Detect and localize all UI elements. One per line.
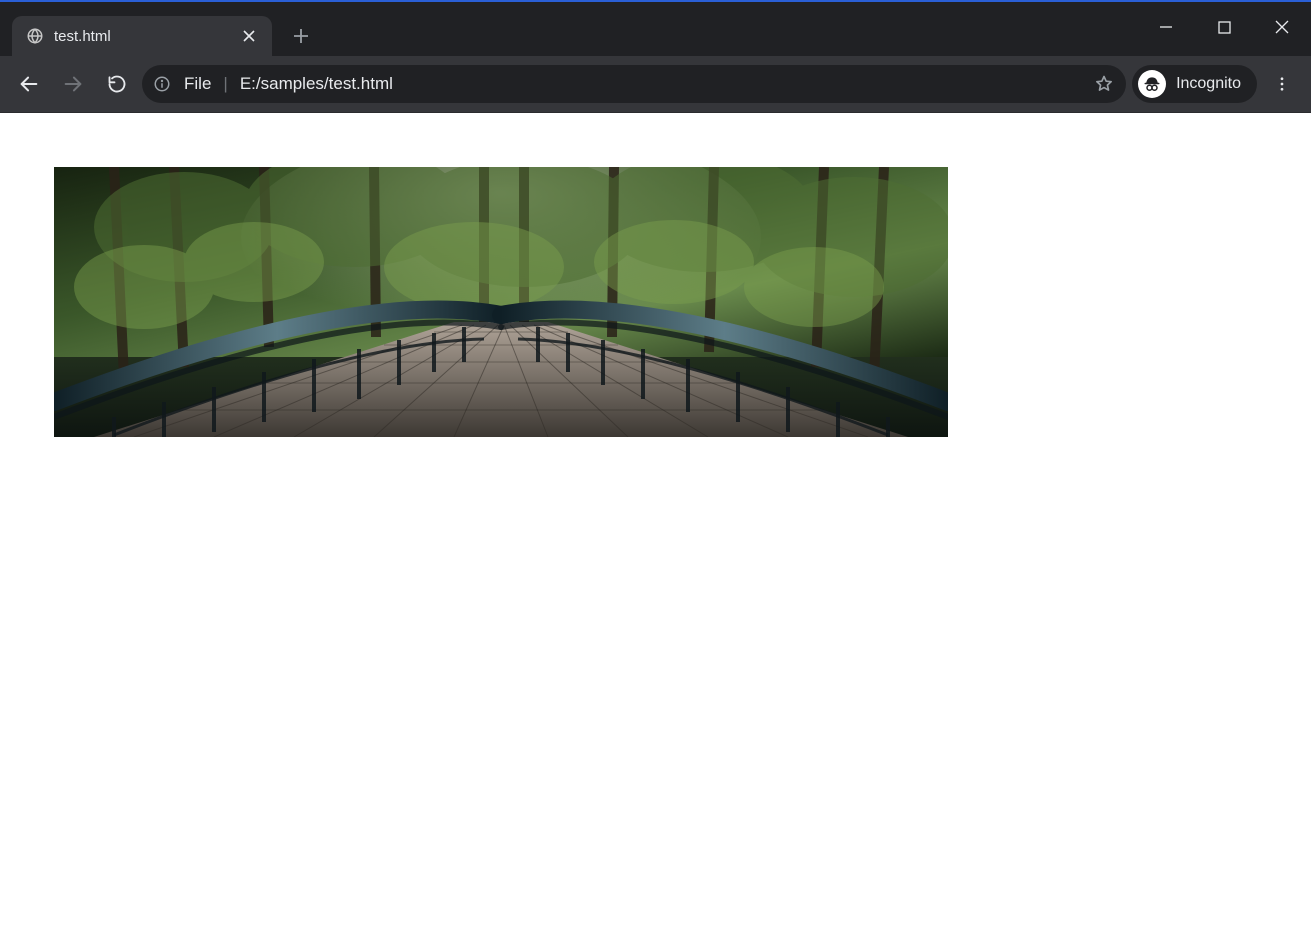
back-button[interactable] — [10, 65, 48, 103]
content-image — [54, 167, 948, 437]
reload-button[interactable] — [98, 65, 136, 103]
window-controls — [1137, 8, 1311, 56]
minimize-button[interactable] — [1137, 8, 1195, 46]
kebab-menu-button[interactable] — [1263, 65, 1301, 103]
incognito-label: Incognito — [1176, 75, 1241, 93]
omnibox-scheme: File — [184, 74, 211, 94]
close-icon[interactable] — [240, 27, 258, 45]
forward-button[interactable] — [54, 65, 92, 103]
new-tab-button[interactable] — [284, 19, 318, 53]
page-viewport — [0, 112, 1311, 948]
omnibox-separator: | — [221, 74, 229, 94]
browser-window: test.html — [0, 0, 1311, 948]
globe-icon — [26, 27, 44, 45]
bookmark-button[interactable] — [1090, 70, 1118, 98]
window-close-button[interactable] — [1253, 8, 1311, 46]
omnibox[interactable]: File | E:/samples/test.html — [142, 65, 1126, 103]
tabstrip-row: test.html — [0, 8, 1311, 56]
tab-active[interactable]: test.html — [12, 16, 272, 56]
tab-title: test.html — [54, 28, 230, 45]
omnibox-path: E:/samples/test.html — [240, 74, 1080, 94]
tabstrip: test.html — [0, 8, 318, 56]
info-icon[interactable] — [150, 72, 174, 96]
incognito-indicator[interactable]: Incognito — [1132, 65, 1257, 103]
incognito-icon — [1138, 70, 1166, 98]
maximize-button[interactable] — [1195, 8, 1253, 46]
toolbar: File | E:/samples/test.html Incognito — [0, 56, 1311, 112]
page-body — [0, 113, 1311, 437]
